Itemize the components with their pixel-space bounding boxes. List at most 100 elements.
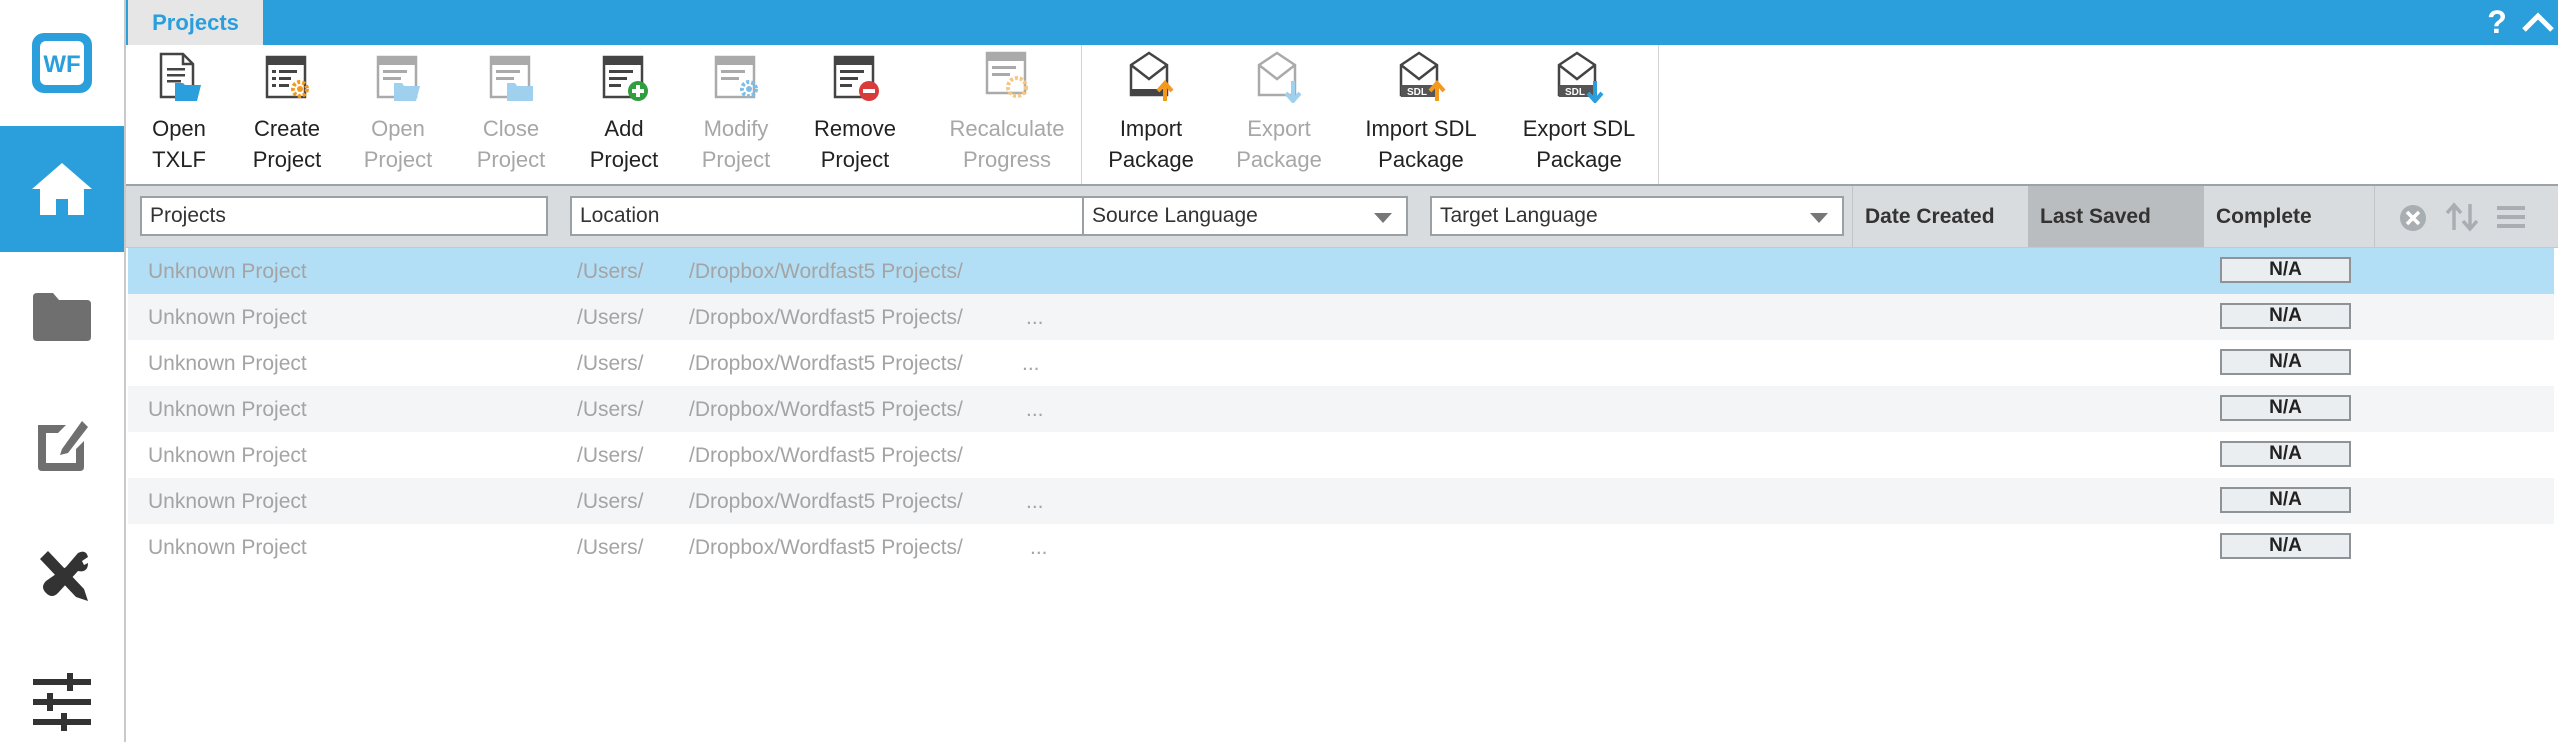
- sidebar-item-files[interactable]: [0, 272, 124, 362]
- project-location-user: /Users/: [577, 306, 644, 329]
- menu-icon[interactable]: [2497, 204, 2525, 230]
- modify-project-icon: [714, 55, 758, 99]
- column-complete[interactable]: Complete: [2204, 186, 2374, 247]
- project-location-path: /Dropbox/Wordfast5 Projects/: [689, 444, 963, 467]
- open-project-button[interactable]: Open Project: [356, 45, 440, 184]
- add-project-icon: [602, 55, 648, 101]
- column-header-row: Source Language Target Language Date Cre…: [126, 186, 2558, 248]
- add-project-button[interactable]: Add Project: [582, 45, 666, 184]
- export-package-icon: [1257, 51, 1302, 103]
- complete-badge: N/A: [2220, 395, 2351, 421]
- tab-projects[interactable]: Projects: [128, 0, 263, 46]
- remove-project-icon: [833, 55, 879, 101]
- close-project-icon: [489, 55, 533, 101]
- tools-icon: [40, 551, 88, 601]
- open-txlf-button[interactable]: Open TXLF: [136, 45, 222, 184]
- complete-badge: N/A: [2220, 257, 2351, 283]
- ribbon-separator: [1081, 45, 1082, 184]
- table-row[interactable]: Unknown Project /Users/ /Dropbox/Wordfas…: [128, 432, 2554, 478]
- export-package-button[interactable]: Export Package: [1229, 45, 1329, 184]
- add-project-label: Add Project: [589, 116, 659, 172]
- wf-logo-icon: WF: [32, 33, 92, 93]
- ribbon-toolbar: Open TXLF Create Project Open Project Cl…: [126, 45, 2558, 186]
- wf-logo[interactable]: WF: [0, 18, 124, 108]
- column-date-created[interactable]: Date Created: [1852, 186, 2008, 247]
- help-icon[interactable]: ?: [2482, 4, 2512, 40]
- home-icon: [32, 163, 92, 215]
- project-name: Unknown Project: [148, 536, 307, 559]
- sidebar-item-home[interactable]: [0, 126, 124, 252]
- project-location-more: ...: [1026, 490, 1044, 513]
- project-location-path: /Dropbox/Wordfast5 Projects/: [689, 260, 963, 283]
- project-location-more: ...: [1022, 352, 1040, 375]
- complete-badge: N/A: [2220, 441, 2351, 467]
- table-row[interactable]: Unknown Project /Users/ /Dropbox/Wordfas…: [128, 294, 2554, 340]
- project-name: Unknown Project: [148, 306, 307, 329]
- modify-project-label: Modify Project: [701, 116, 771, 172]
- complete-badge: N/A: [2220, 349, 2351, 375]
- project-name: Unknown Project: [148, 398, 307, 421]
- import-package-icon: [1129, 51, 1174, 101]
- project-location-user: /Users/: [577, 352, 644, 375]
- project-location-user: /Users/: [577, 260, 644, 283]
- clear-filter-icon[interactable]: [2399, 204, 2427, 232]
- recalculate-progress-button[interactable]: Recalculate Progress: [936, 45, 1078, 184]
- remove-project-button[interactable]: Remove Project: [806, 45, 904, 184]
- export-package-label: Export Package: [1236, 116, 1322, 172]
- project-location-user: /Users/: [577, 490, 644, 513]
- open-project-label: Open Project: [363, 116, 433, 172]
- sort-icon[interactable]: [2445, 202, 2479, 232]
- table-row[interactable]: Unknown Project /Users/ /Dropbox/Wordfas…: [128, 248, 2554, 294]
- sidebar-item-editor[interactable]: [0, 400, 124, 490]
- sidebar-item-tools[interactable]: [0, 530, 124, 620]
- sidebar-item-settings[interactable]: [0, 660, 124, 742]
- svg-text:WF: WF: [43, 51, 80, 78]
- table-row[interactable]: Unknown Project /Users/ /Dropbox/Wordfas…: [128, 340, 2554, 386]
- chevron-down-icon: [1810, 213, 1828, 223]
- svg-text:SDL: SDL: [1407, 87, 1427, 98]
- export-sdl-package-label: Export SDL Package: [1522, 116, 1636, 172]
- import-package-button[interactable]: Import Package: [1101, 45, 1201, 184]
- sliders-icon: [33, 673, 91, 731]
- export-sdl-package-icon: SDL: [1557, 51, 1604, 103]
- close-project-button[interactable]: Close Project: [468, 45, 554, 184]
- table-row[interactable]: Unknown Project /Users/ /Dropbox/Wordfas…: [128, 478, 2554, 524]
- import-sdl-package-button[interactable]: SDL Import SDL Package: [1356, 45, 1486, 184]
- project-location-path: /Dropbox/Wordfast5 Projects/: [689, 352, 963, 375]
- project-location-user: /Users/: [577, 536, 644, 559]
- import-package-label: Import Package: [1108, 116, 1194, 172]
- table-row[interactable]: Unknown Project /Users/ /Dropbox/Wordfas…: [128, 386, 2554, 432]
- target-language-select[interactable]: Target Language: [1430, 196, 1844, 236]
- target-language-value: Target Language: [1440, 204, 1598, 227]
- source-language-value: Source Language: [1092, 204, 1258, 227]
- create-project-icon: [265, 55, 309, 99]
- project-name: Unknown Project: [148, 444, 307, 467]
- close-project-label: Close Project: [476, 116, 546, 172]
- project-location-user: /Users/: [577, 444, 644, 467]
- remove-project-label: Remove Project: [814, 116, 896, 172]
- table-row[interactable]: Unknown Project /Users/ /Dropbox/Wordfas…: [128, 524, 2554, 570]
- complete-badge: N/A: [2220, 303, 2351, 329]
- project-name: Unknown Project: [148, 490, 307, 513]
- top-bar: Projects ?: [126, 0, 2558, 46]
- source-language-select[interactable]: Source Language: [1082, 196, 1408, 236]
- modify-project-button[interactable]: Modify Project: [694, 45, 778, 184]
- project-location-more: ...: [1026, 398, 1044, 421]
- column-last-saved[interactable]: Last Saved: [2028, 186, 2204, 247]
- folder-icon: [33, 293, 91, 341]
- chevron-down-icon: [1374, 213, 1392, 223]
- import-sdl-package-label: Import SDL Package: [1365, 116, 1477, 172]
- open-project-icon: [376, 55, 420, 101]
- recalculate-progress-icon: [985, 51, 1028, 98]
- create-project-button[interactable]: Create Project: [240, 45, 334, 184]
- sidebar: WF: [0, 0, 126, 742]
- export-sdl-package-button[interactable]: SDL Export SDL Package: [1514, 45, 1644, 184]
- project-location-path: /Dropbox/Wordfast5 Projects/: [689, 490, 963, 513]
- complete-badge: N/A: [2220, 533, 2351, 559]
- project-location-more: ...: [1026, 306, 1044, 329]
- project-location-path: /Dropbox/Wordfast5 Projects/: [689, 536, 963, 559]
- collapse-ribbon-icon[interactable]: [2520, 4, 2556, 40]
- project-location-user: /Users/: [577, 398, 644, 421]
- import-sdl-package-icon: SDL: [1399, 51, 1446, 101]
- recalculate-progress-label: Recalculate Progress: [949, 116, 1065, 172]
